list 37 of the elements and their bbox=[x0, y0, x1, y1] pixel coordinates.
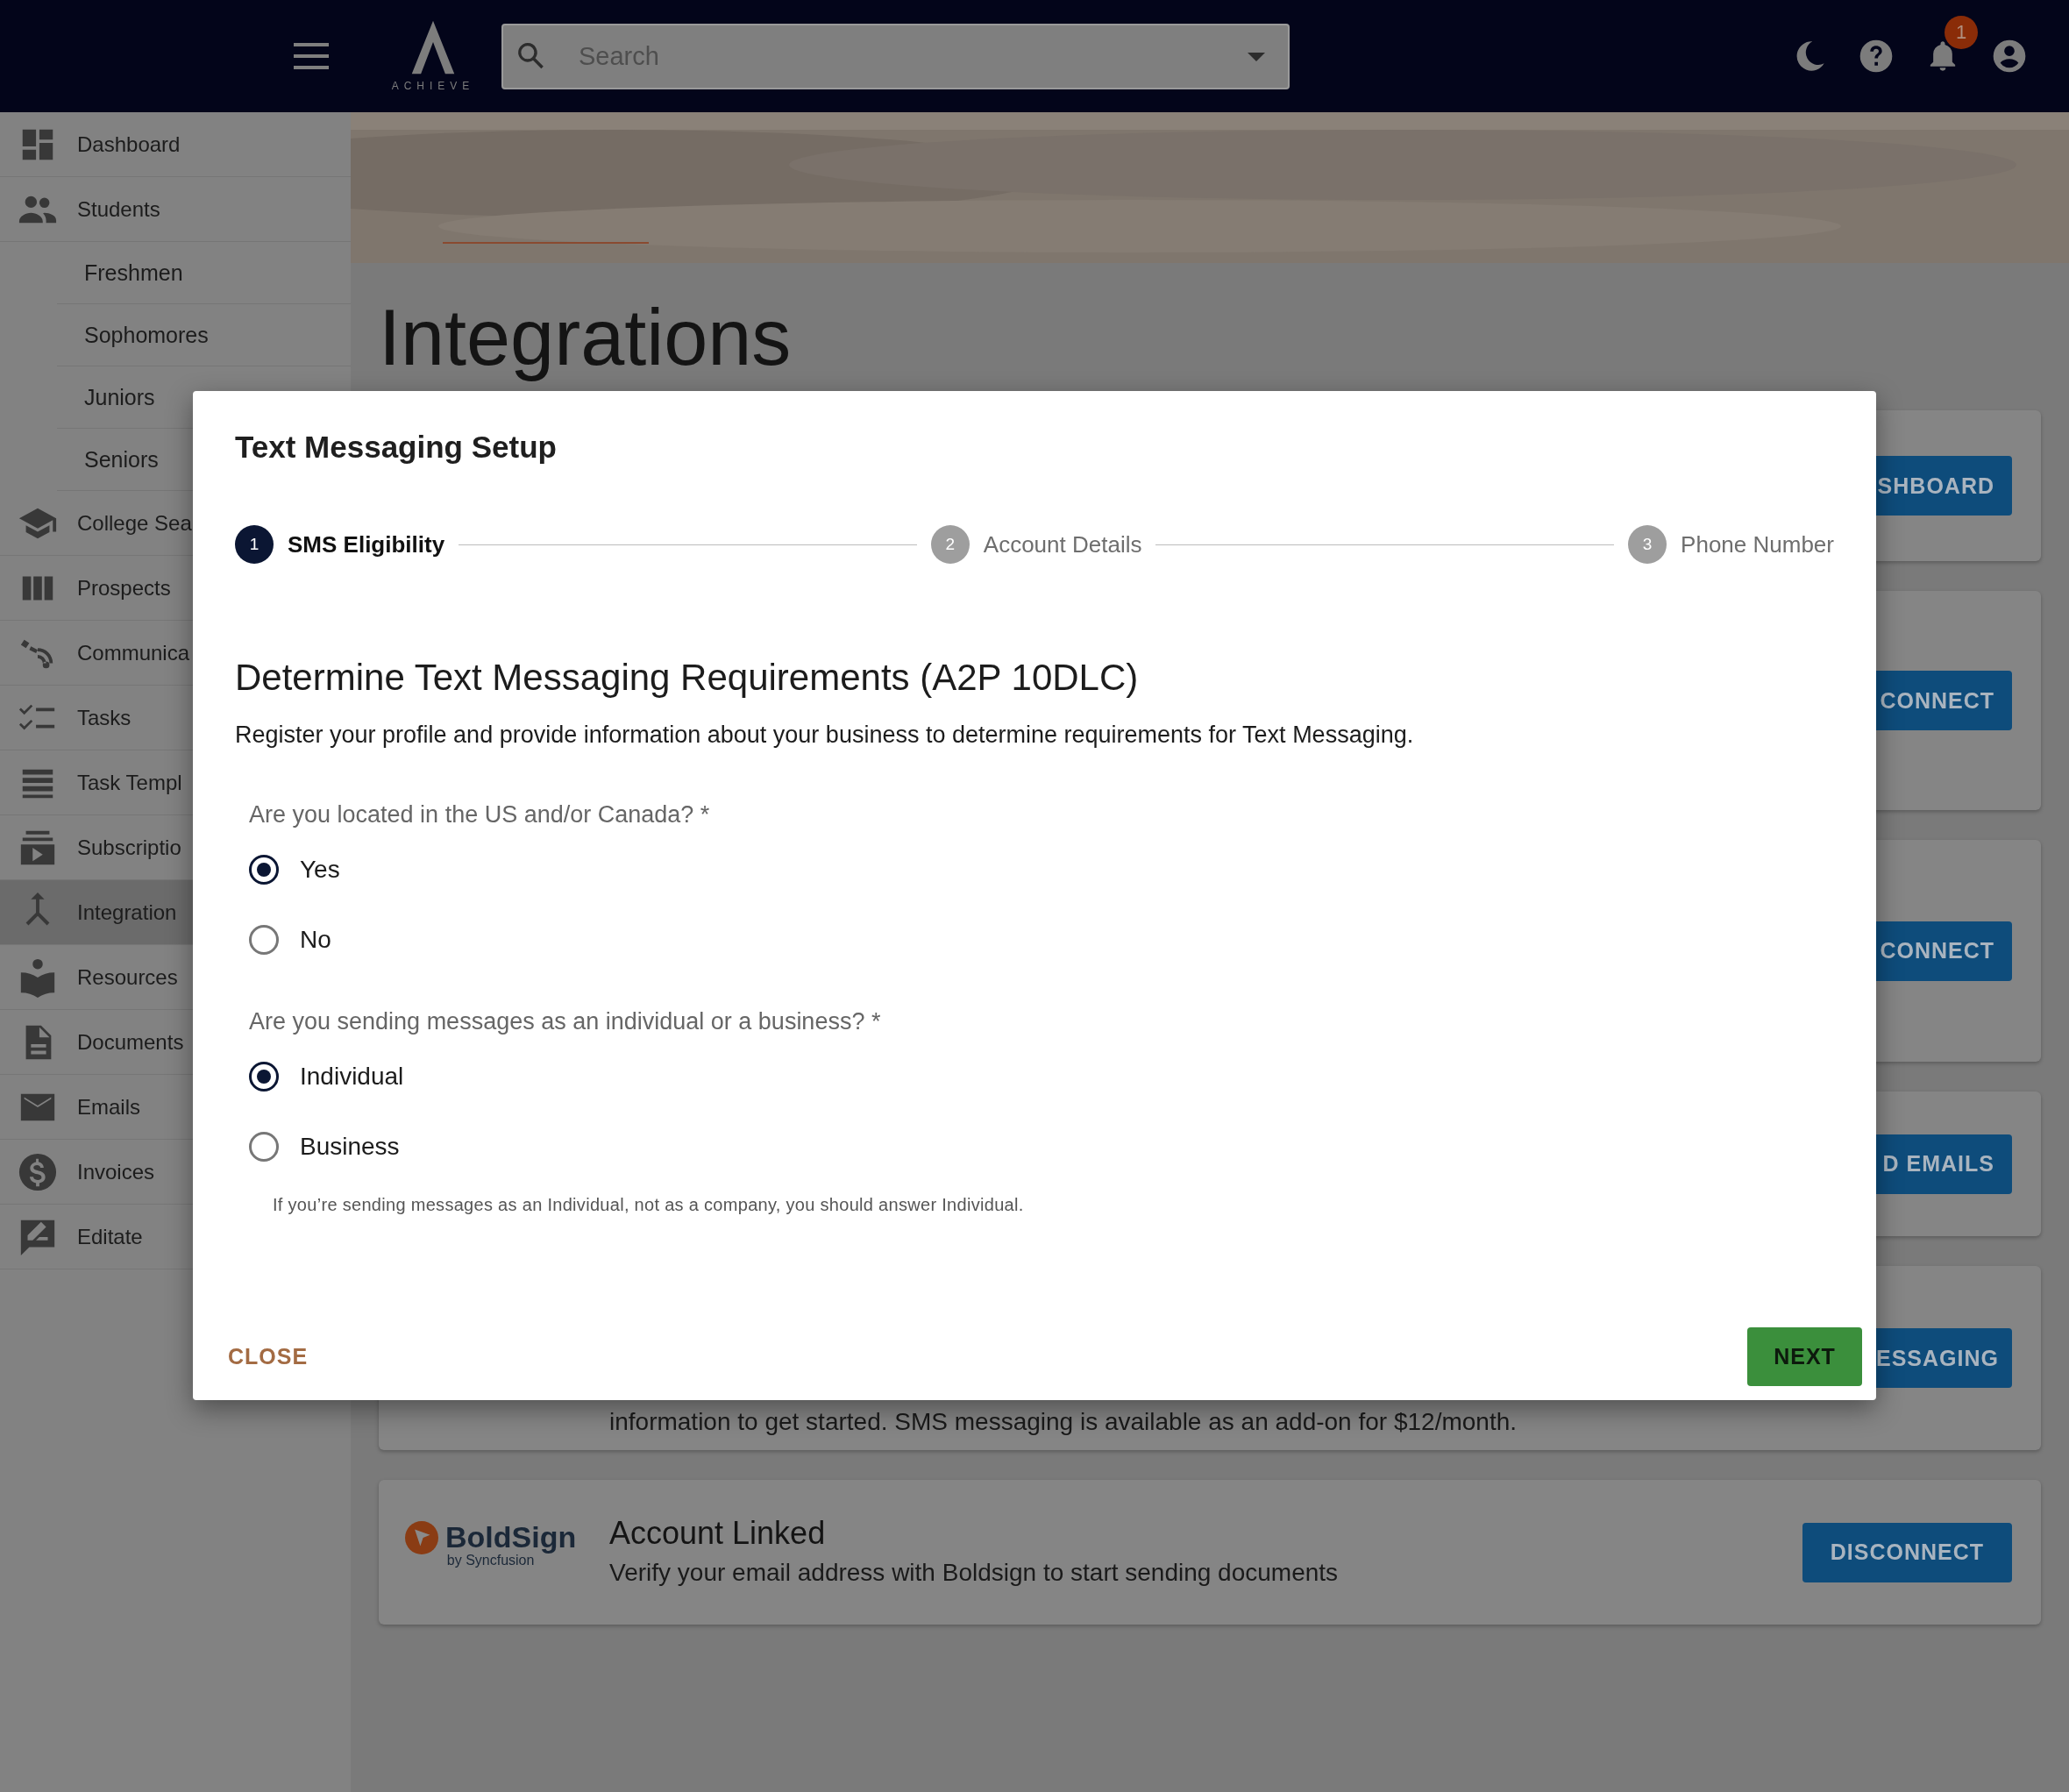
sidebar-item[interactable]: Dashboard bbox=[0, 112, 351, 177]
logo-text: BoldSign bbox=[445, 1520, 577, 1554]
sidebar-subitem[interactable]: Freshmen bbox=[57, 242, 351, 304]
step-number: 1 bbox=[235, 525, 274, 564]
card-button[interactable]: SHBOARD bbox=[1876, 456, 2012, 516]
next-button[interactable]: NEXT bbox=[1747, 1327, 1862, 1386]
card-button[interactable]: ESSAGING bbox=[1876, 1328, 2012, 1388]
sidebar-subitem[interactable]: Sophomores bbox=[57, 304, 351, 366]
help-icon[interactable] bbox=[1859, 39, 1894, 74]
step-number: 3 bbox=[1628, 525, 1667, 564]
logo-subtitle: by Syncfusion bbox=[446, 1553, 535, 1568]
radio-button[interactable] bbox=[249, 1062, 279, 1092]
card-button[interactable]: CONNECT bbox=[1876, 921, 2012, 981]
logo-icon bbox=[410, 20, 456, 75]
menu-icon[interactable] bbox=[293, 43, 330, 69]
card-button[interactable]: CONNECT bbox=[1876, 671, 2012, 730]
disconnect-button[interactable]: DISCONNECT bbox=[1802, 1522, 2012, 1582]
card-button[interactable]: D EMAILS bbox=[1876, 1134, 2012, 1194]
step-label: Phone Number bbox=[1681, 530, 1834, 558]
caret-icon bbox=[1248, 52, 1265, 61]
card-description: Verify your email address with Boldsign to start sending documents bbox=[609, 1559, 1339, 1587]
dollar-coin-icon bbox=[18, 1151, 58, 1192]
card-description: information to get started. SMS messaging is available as an add-on for $12/month. bbox=[609, 1407, 1517, 1437]
radio-button[interactable] bbox=[249, 855, 279, 885]
dialog-title: Text Messaging Setup bbox=[235, 429, 558, 466]
logo-icon bbox=[405, 1520, 438, 1554]
close-button[interactable]: CLOSE bbox=[207, 1327, 330, 1386]
radio-button[interactable] bbox=[249, 1132, 279, 1162]
sidebar-item[interactable]: Students bbox=[0, 177, 351, 242]
card-title: Account Linked bbox=[609, 1515, 827, 1552]
logo-text: ACHIEVE bbox=[391, 80, 475, 92]
page-title: Integrations bbox=[379, 293, 793, 383]
account-icon[interactable] bbox=[1992, 39, 2027, 74]
radio-button[interactable] bbox=[249, 925, 279, 955]
step-label: Account Details bbox=[983, 530, 1142, 558]
notification-badge: 1 bbox=[1945, 16, 1978, 49]
step-number: 2 bbox=[930, 525, 970, 564]
